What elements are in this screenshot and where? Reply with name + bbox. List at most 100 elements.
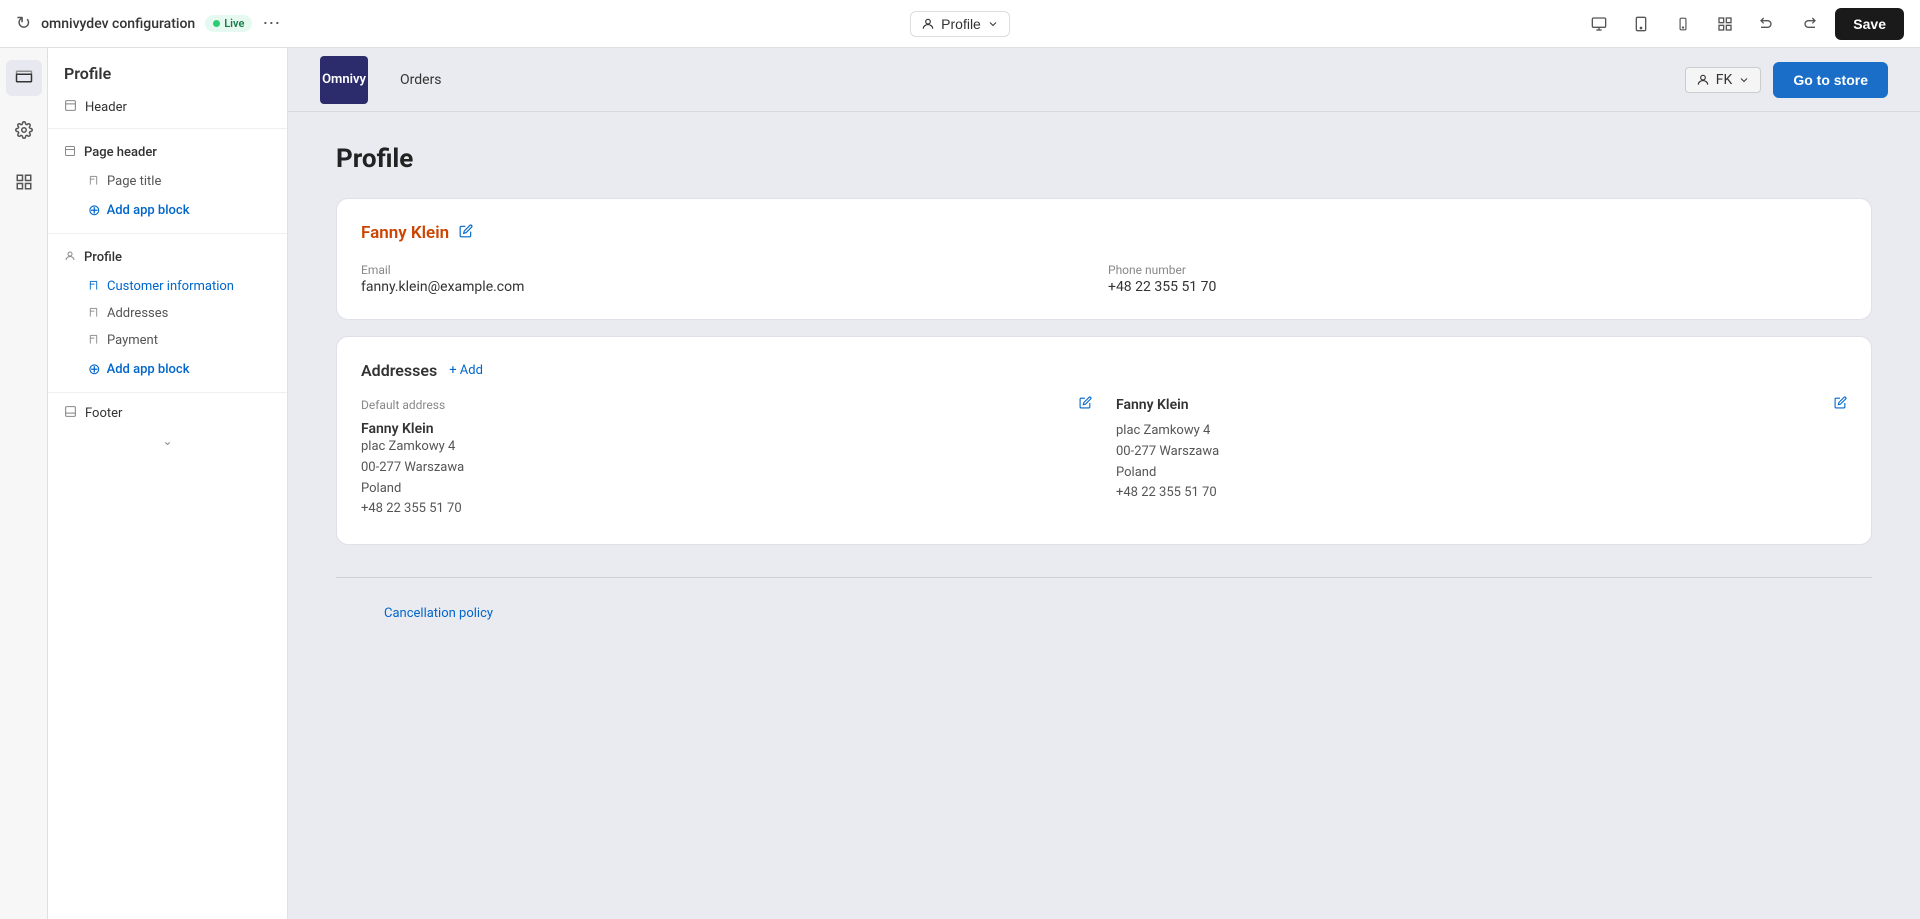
email-label: Email	[361, 263, 1100, 277]
edit-default-address-icon[interactable]	[1079, 396, 1092, 413]
default-address-type: Default address	[361, 398, 445, 412]
add-block-button-2[interactable]: ⊕ Add app block	[48, 354, 287, 384]
addresses-card: Addresses + Add Default address	[336, 336, 1872, 545]
more-button[interactable]: ⋯	[262, 13, 280, 34]
second-address-country: Poland	[1116, 463, 1847, 484]
addresses-header: Addresses + Add	[361, 361, 1847, 380]
topbar-right: Save	[1022, 8, 1904, 40]
footer-icon	[64, 405, 77, 422]
second-address-line2: 00-277 Warszawa	[1116, 442, 1847, 463]
live-dot	[213, 20, 220, 27]
customer-info-icon	[88, 280, 99, 294]
sidebar-icon-rail	[0, 48, 48, 919]
store-logo: Omnivy	[320, 56, 368, 104]
second-address-line1: plac Zamkowy 4	[1116, 421, 1847, 442]
addresses-icon	[88, 307, 99, 321]
profile-section: Profile Customer information Addresses P…	[48, 238, 287, 388]
add-address-button[interactable]: + Add	[449, 363, 483, 378]
cancellation-policy-link[interactable]: Cancellation policy	[384, 606, 493, 621]
blocks-icon-button[interactable]	[6, 164, 42, 200]
device-tablet-icon[interactable]	[1625, 8, 1657, 40]
plus-icon-2: ⊕	[88, 360, 101, 378]
add-block-label-1: Add app block	[107, 203, 190, 218]
page-header-section-header[interactable]: Page header	[48, 137, 287, 168]
site-name: omnivydev configuration	[41, 16, 195, 32]
email-info: Email fanny.klein@example.com	[361, 263, 1100, 295]
profile-section-icon	[64, 250, 76, 265]
customer-info-grid: Email fanny.klein@example.com Phone numb…	[361, 263, 1847, 295]
edit-second-address-icon[interactable]	[1834, 396, 1847, 413]
user-initials-badge[interactable]: FK	[1685, 67, 1762, 93]
customer-info-label: Customer information	[107, 279, 234, 294]
settings-icon-button[interactable]	[6, 112, 42, 148]
layers-icon-button[interactable]	[6, 60, 42, 96]
live-badge: Live	[205, 15, 252, 32]
payment-icon	[88, 334, 99, 348]
second-address-name: Fanny Klein	[1116, 397, 1189, 413]
footer-item-label: Footer	[85, 406, 122, 421]
main-layout: Profile Header Page header Page title	[0, 48, 1920, 919]
save-button[interactable]: Save	[1835, 8, 1904, 40]
sidebar-item-footer[interactable]: Footer	[48, 397, 287, 430]
scroll-down-arrow[interactable]: ⌄	[48, 430, 287, 452]
phone-info: Phone number +48 22 355 51 70	[1108, 263, 1847, 295]
go-to-store-button[interactable]: Go to store	[1773, 62, 1888, 98]
addresses-title: Addresses	[361, 361, 437, 380]
default-address-phone: +48 22 355 51 70	[361, 499, 1092, 520]
store-preview: Omnivy Orders FK Go to store Profile	[288, 48, 1920, 919]
sidebar-item-page-title[interactable]: Page title	[48, 168, 287, 195]
profile-page-title: Profile	[336, 144, 1872, 174]
store-nav-right: FK Go to store	[1685, 62, 1888, 98]
device-desktop-icon[interactable]	[1583, 8, 1615, 40]
profile-section-header[interactable]: Profile	[48, 242, 287, 273]
section-icon	[64, 145, 76, 160]
email-value: fanny.klein@example.com	[361, 279, 1100, 295]
second-address-block: Fanny Klein plac Zamkowy 4 00-277 Warsza…	[1116, 396, 1847, 520]
sidebar-title: Profile	[48, 48, 287, 91]
add-block-label-2: Add app block	[107, 362, 190, 377]
page-title-icon	[88, 175, 99, 189]
phone-label: Phone number	[1108, 263, 1847, 277]
sidebar-item-header[interactable]: Header	[48, 91, 287, 124]
undo-icon[interactable]	[1751, 8, 1783, 40]
default-address-block: Default address Fanny Klein plac Zamkowy…	[361, 396, 1092, 520]
topbar-left: ↻ omnivydev configuration Live ⋯	[16, 13, 898, 34]
profile-content: Profile Fanny Klein Email fanny.klein@ex…	[288, 112, 1920, 677]
chevron-down-icon	[987, 18, 999, 30]
sidebar-item-payment[interactable]: Payment	[48, 327, 287, 354]
redo-icon[interactable]	[1793, 8, 1825, 40]
addresses-grid: Default address Fanny Klein plac Zamkowy…	[361, 396, 1847, 520]
customer-name: Fanny Klein	[361, 223, 449, 243]
sidebar-panel: Profile Header Page header Page title	[48, 48, 288, 919]
page-header-label: Page header	[84, 145, 157, 160]
default-address-country: Poland	[361, 479, 1092, 500]
second-address-phone: +48 22 355 51 70	[1116, 483, 1847, 504]
topbar: ↻ omnivydev configuration Live ⋯ Profile	[0, 0, 1920, 48]
plus-icon-1: ⊕	[88, 201, 101, 219]
back-button[interactable]: ↻	[16, 13, 31, 34]
profile-section-label: Profile	[84, 250, 122, 265]
sidebar-item-customer-info[interactable]: Customer information	[48, 273, 287, 300]
second-address-header: Fanny Klein	[1116, 396, 1847, 413]
default-address-name: Fanny Klein	[361, 421, 1092, 437]
store-footer: Cancellation policy	[336, 577, 1872, 645]
nav-link-orders[interactable]: Orders	[400, 72, 442, 88]
phone-value: +48 22 355 51 70	[1108, 279, 1847, 295]
device-mobile-icon[interactable]	[1667, 8, 1699, 40]
header-icon	[64, 99, 77, 116]
divider-3	[48, 392, 287, 393]
user-dropdown-icon	[1738, 74, 1750, 86]
edit-customer-icon[interactable]	[459, 224, 473, 242]
apps-icon[interactable]	[1709, 8, 1741, 40]
profile-dropdown-button[interactable]: Profile	[910, 11, 1010, 37]
user-initials: FK	[1716, 72, 1733, 88]
divider-2	[48, 233, 287, 234]
profile-label: Profile	[941, 16, 981, 32]
add-block-button-1[interactable]: ⊕ Add app block	[48, 195, 287, 225]
topbar-center: Profile	[910, 11, 1010, 37]
customer-info-card: Fanny Klein Email fanny.klein@example.co…	[336, 198, 1872, 320]
sidebar-item-addresses[interactable]: Addresses	[48, 300, 287, 327]
default-address-line1: plac Zamkowy 4	[361, 437, 1092, 458]
header-item-label: Header	[85, 100, 127, 115]
default-address-line2: 00-277 Warszawa	[361, 458, 1092, 479]
